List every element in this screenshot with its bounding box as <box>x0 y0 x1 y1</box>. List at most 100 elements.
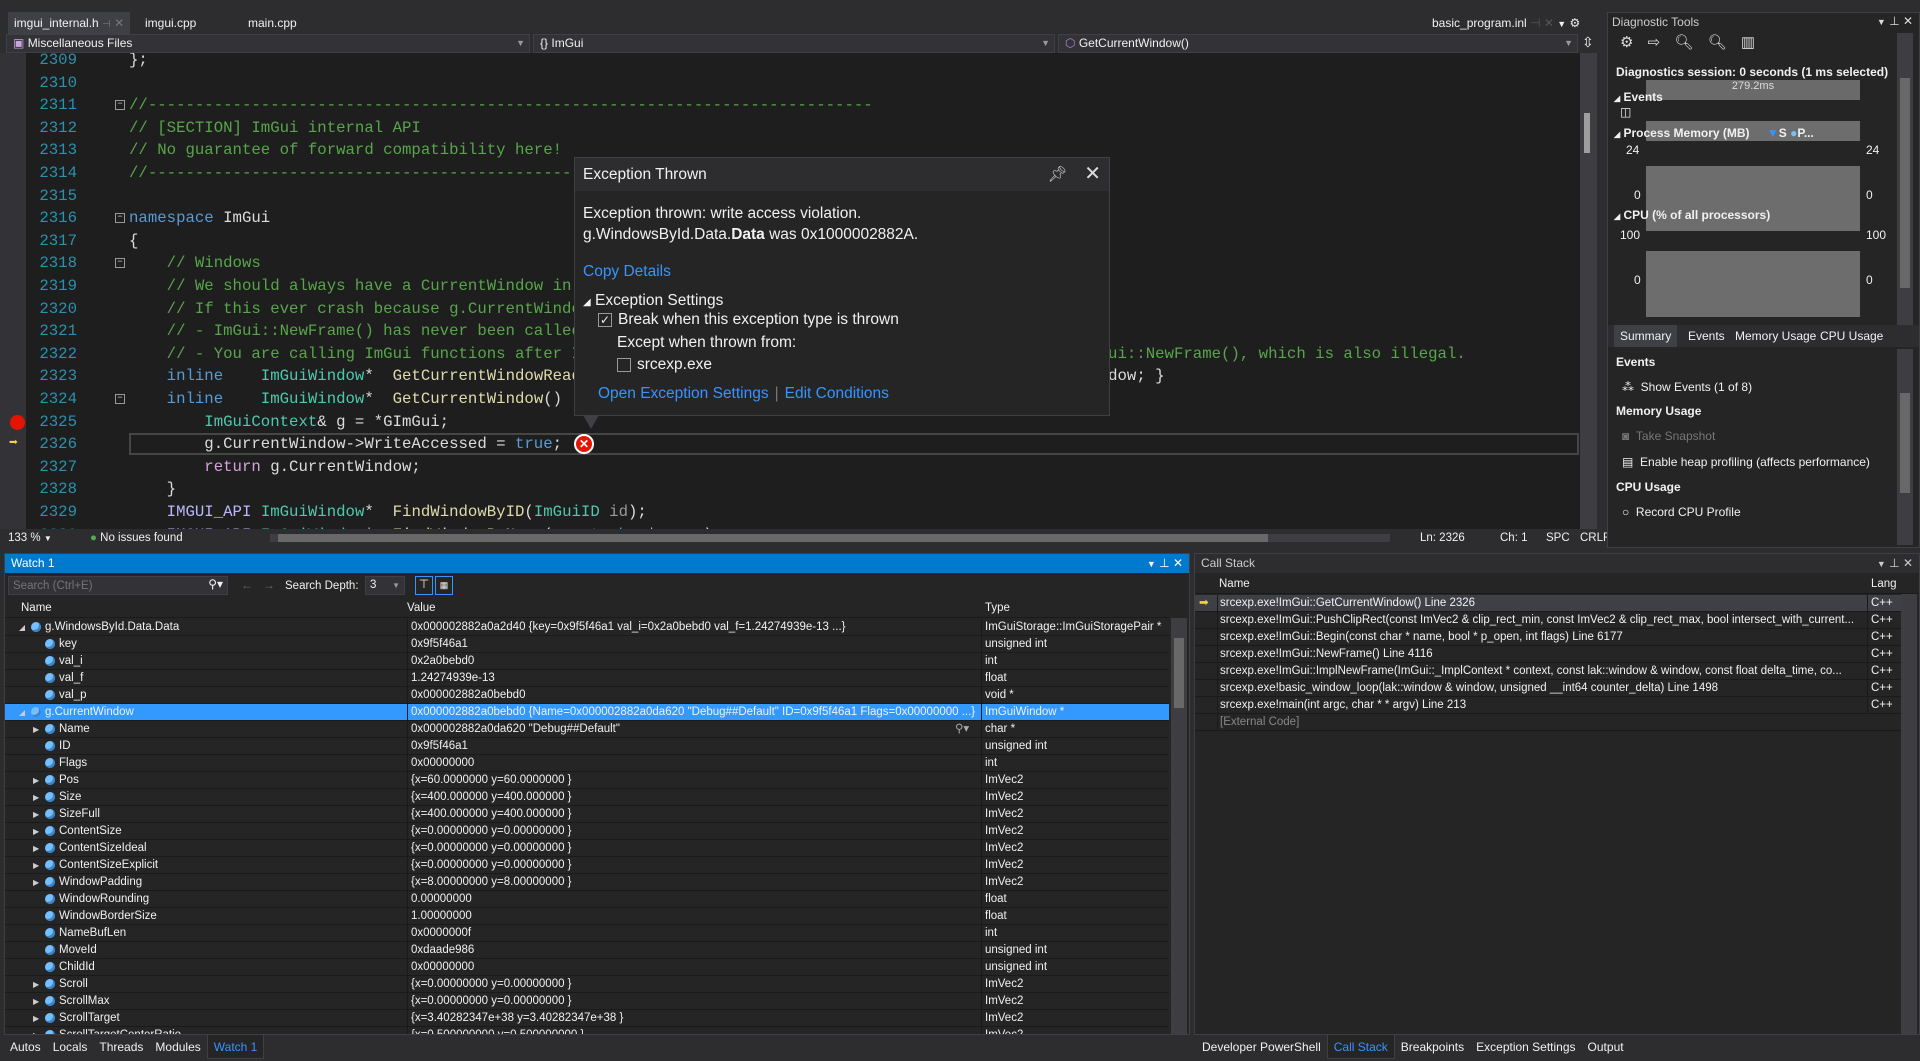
watch-value[interactable]: 0xdaade986 <box>407 942 979 959</box>
collapse-icon[interactable]: − <box>115 100 125 111</box>
tab-modules[interactable]: Modules <box>149 1035 206 1059</box>
watch-row[interactable]: ▶ Size {x=400.000000 y=400.000000 } ImVec2 <box>5 789 1169 806</box>
expanded-arrow-icon[interactable]: ◢ <box>19 619 25 636</box>
break-when-thrown-checkbox[interactable]: ✓ Break when this exception type is throw… <box>598 311 899 329</box>
call-stack-frame[interactable]: srcexp.exe!ImGui::NewFrame() Line 4116 C+… <box>1195 646 1901 663</box>
call-stack-frame[interactable]: srcexp.exe!ImGui::Begin(const char * nam… <box>1195 629 1901 646</box>
scrollbar-thumb[interactable] <box>1900 393 1910 493</box>
watch-row[interactable]: ▶ ContentSizeIdeal {x=0.00000000 y=0.00000… <box>5 840 1169 857</box>
watch-scrollbar[interactable] <box>1171 618 1187 1034</box>
watch-name[interactable]: val_p <box>59 687 401 704</box>
watch-row[interactable]: WindowRounding 0.00000000 float <box>5 891 1169 908</box>
watch-name[interactable]: MoveId <box>59 942 401 959</box>
close-icon[interactable]: ✕ <box>1544 16 1554 30</box>
watch-name[interactable]: ContentSize <box>59 823 401 840</box>
dropdown-icon[interactable]: ▼ <box>1877 17 1886 27</box>
collapsed-arrow-icon[interactable]: ▶ <box>33 1027 39 1034</box>
tab-list-dropdown-icon[interactable]: ▼ <box>1557 19 1566 29</box>
zoom-out-icon[interactable]: 🔍︎ <box>1708 34 1727 51</box>
frame-name[interactable]: [External Code] <box>1217 714 1865 731</box>
watch-value[interactable]: 0.00000000 <box>407 891 979 908</box>
code-line[interactable]: 2311 −//---------------------------------… <box>0 94 1580 117</box>
watch-row[interactable]: ▶ ScrollMax {x=0.00000000 y=0.00000000 } Im… <box>5 993 1169 1010</box>
events-section-header[interactable]: ◢ Events <box>1614 90 1902 104</box>
watch-value[interactable]: {x=0.00000000 y=0.00000000 } <box>407 840 979 857</box>
cpu-graph[interactable] <box>1646 251 1860 317</box>
tab-developer-powershell[interactable]: Developer PowerShell <box>1196 1035 1327 1059</box>
watch-name[interactable]: ContentSizeIdeal <box>59 840 401 857</box>
watch-name[interactable]: NameBufLen <box>59 925 401 942</box>
watch-row[interactable]: ▶ Scroll {x=0.00000000 y=0.00000000 } ImVec… <box>5 976 1169 993</box>
watch-name[interactable]: val_i <box>59 653 401 670</box>
watch-value[interactable]: 1.24274939e-13 <box>407 670 979 687</box>
frame-name[interactable]: srcexp.exe!ImGui::ImplNewFrame(ImGui::_I… <box>1217 663 1865 680</box>
pin-icon[interactable]: ⊣ <box>1530 16 1540 30</box>
watch-value[interactable]: {x=400.000000 y=400.000000 } <box>407 806 979 823</box>
tab-imgui-internal-h[interactable]: imgui_internal.h ⊣ ✕ <box>8 12 131 34</box>
watch-value[interactable]: {x=400.000000 y=400.000000 } <box>407 789 979 806</box>
issues-indicator[interactable]: ● No issues found <box>90 529 183 547</box>
watch-row[interactable]: ▶ WindowPadding {x=8.00000000 y=8.00000000… <box>5 874 1169 891</box>
collapsed-arrow-icon[interactable]: ▶ <box>33 772 39 789</box>
checkbox-unchecked[interactable] <box>617 357 631 372</box>
export-icon[interactable]: ⇨ <box>1648 34 1661 51</box>
watch-row[interactable]: WindowBorderSize 1.00000000 float <box>5 908 1169 925</box>
call-stack-frame[interactable]: [External Code] <box>1195 714 1901 731</box>
tab-threads[interactable]: Threads <box>93 1035 149 1059</box>
watch-name[interactable]: ScrollTarget <box>59 1010 401 1027</box>
collapsed-arrow-icon[interactable]: ▶ <box>33 806 39 823</box>
checkbox-checked[interactable]: ✓ <box>598 312 612 327</box>
watch-row[interactable]: val_f 1.24274939e-13 float <box>5 670 1169 687</box>
search-depth-dropdown[interactable]: 3 ▼ <box>365 576 405 595</box>
edit-conditions-link[interactable]: Edit Conditions <box>785 385 889 402</box>
take-snapshot-button[interactable]: ◙ Take Snapshot <box>1622 429 1715 443</box>
watch-row[interactable]: val_i 0x2a0bebd0 int <box>5 653 1169 670</box>
search-icon[interactable]: ⚲▾ <box>208 577 223 591</box>
forward-arrow-icon[interactable]: → <box>263 578 275 592</box>
close-icon[interactable]: ✕ <box>114 16 124 30</box>
collapsed-arrow-icon[interactable]: ▶ <box>33 1010 39 1027</box>
pin-icon[interactable]: ⊥ <box>1159 556 1169 570</box>
watch-row[interactable]: ID 0x9f5f46a1 unsigned int <box>5 738 1169 755</box>
watch-value[interactable]: 0x2a0bebd0 <box>407 653 979 670</box>
tab-summary[interactable]: Summary <box>1614 325 1678 347</box>
frame-name[interactable]: srcexp.exe!basic_window_loop(lak::window… <box>1217 680 1865 697</box>
tab-main-cpp[interactable]: main.cpp <box>242 12 303 34</box>
watch-name[interactable]: WindowBorderSize <box>59 908 401 925</box>
watch-value[interactable]: 0x000002882a0bebd0 {Name=0x000002882a0da… <box>407 704 979 721</box>
watch-name[interactable]: ContentSizeExplicit <box>59 857 401 874</box>
collapsed-arrow-icon[interactable]: ▶ <box>33 823 39 840</box>
scope-dropdown[interactable]: {} ImGui ▼ <box>533 34 1055 53</box>
collapsed-arrow-icon[interactable]: ▶ <box>33 874 39 891</box>
watch-value[interactable]: 0x00000000 <box>407 755 979 772</box>
close-icon[interactable]: ✕ <box>1084 158 1101 191</box>
column-header-name[interactable]: Name <box>21 598 52 618</box>
text-visualizer-icon[interactable]: ⚲▾ <box>955 721 969 738</box>
collapsed-arrow-icon[interactable]: ▶ <box>33 976 39 993</box>
open-exception-settings-link[interactable]: Open Exception Settings <box>598 385 769 402</box>
watch-value[interactable]: 0x00000000 <box>407 959 979 976</box>
watch-value[interactable]: 0x0000000f <box>407 925 979 942</box>
copy-details-link[interactable]: Copy Details <box>583 263 671 281</box>
watch-value[interactable]: {x=0.00000000 y=0.00000000 } <box>407 993 979 1010</box>
close-icon[interactable]: ✕ <box>1173 556 1183 570</box>
call-stack-frame[interactable]: srcexp.exe!main(int argc, char * * argv)… <box>1195 697 1901 714</box>
dropdown-icon[interactable]: ▼ <box>1147 559 1156 569</box>
error-icon[interactable]: ✕ <box>574 434 594 454</box>
tab-memory-usage[interactable]: Memory Usage <box>1735 325 1816 347</box>
pin-icon[interactable]: ⊣ <box>102 19 111 30</box>
collapsed-arrow-icon[interactable]: ▶ <box>33 857 39 874</box>
call-stack-frame[interactable]: ➡ srcexp.exe!ImGui::GetCurrentWindow() Li… <box>1195 595 1901 612</box>
watch-search-input[interactable]: ⚲▾ <box>8 576 228 595</box>
watch-value[interactable]: 0x9f5f46a1 <box>407 636 979 653</box>
watch-row[interactable]: ▶ SizeFull {x=400.000000 y=400.000000 } ImV… <box>5 806 1169 823</box>
close-icon[interactable]: ✕ <box>1903 556 1913 570</box>
view-as-table-icon[interactable]: ▦ <box>435 576 453 595</box>
tab-imgui-cpp[interactable]: imgui.cpp <box>139 12 202 34</box>
watch-name[interactable]: Scroll <box>59 976 401 993</box>
settings-gear-icon[interactable]: ⚙ <box>1620 34 1633 51</box>
expanded-arrow-icon[interactable]: ◢ <box>19 704 25 721</box>
watch-name[interactable]: ChildId <box>59 959 401 976</box>
frame-name[interactable]: srcexp.exe!ImGui::Begin(const char * nam… <box>1217 629 1865 646</box>
watch-row[interactable]: ▶ ContentSizeExplicit {x=0.00000000 y=0.00… <box>5 857 1169 874</box>
